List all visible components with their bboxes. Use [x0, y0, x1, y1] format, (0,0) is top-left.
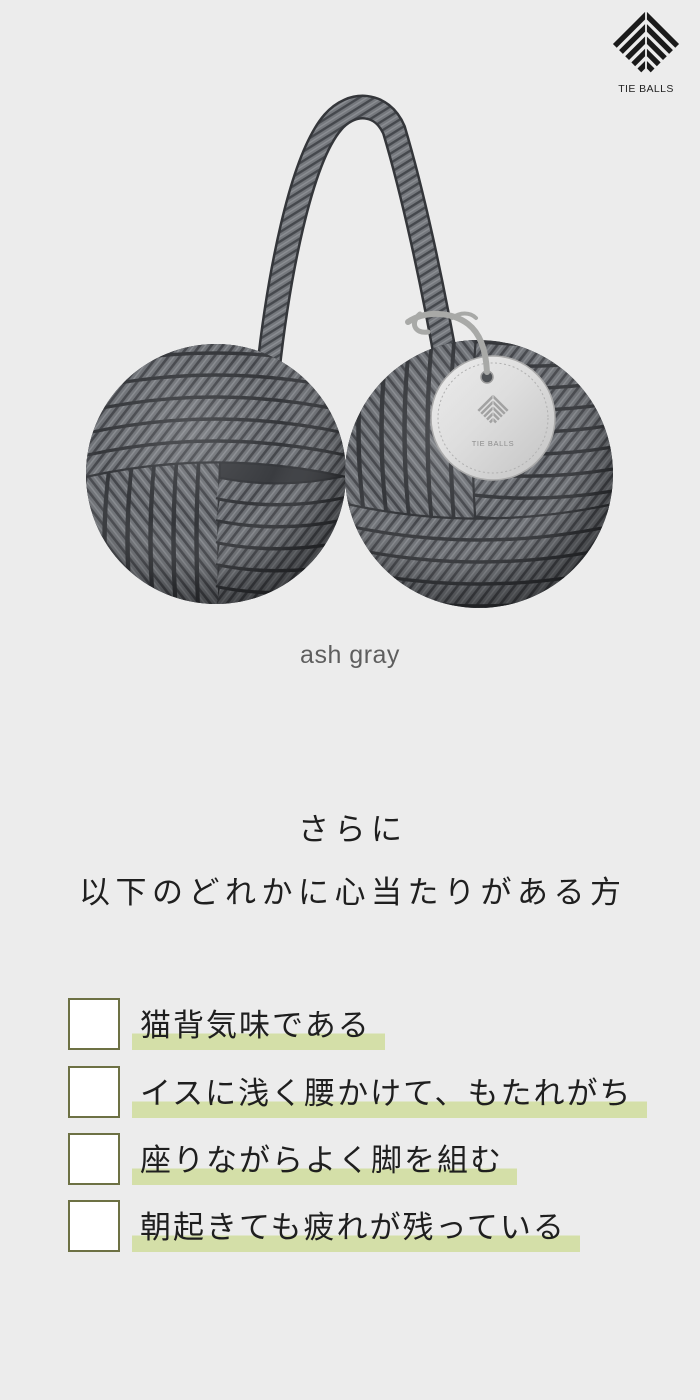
leather-tag: TIE BALLS [430, 355, 556, 481]
checklist-item: 猫背気味である [0, 998, 700, 1054]
checklist-item-label: 猫背気味である [132, 1004, 385, 1050]
checkbox[interactable] [68, 1133, 120, 1185]
checklist-item: 朝起きても疲れが残っている [0, 1200, 700, 1256]
rope-knot-ball-left [86, 344, 346, 604]
section-heading-line1: さらに [298, 812, 408, 848]
checkbox[interactable] [68, 1200, 120, 1252]
tag-logo-text: TIE BALLS [472, 439, 515, 448]
checklist-item-label: イスに浅く腰かけて、もたれがち [132, 1072, 647, 1118]
color-caption: ash gray [300, 641, 400, 669]
checklist-item-label: 朝起きても疲れが残っている [132, 1206, 580, 1252]
brand-logo-icon [612, 11, 680, 73]
brand-logo-text: TIE BALLS [618, 83, 674, 95]
product-photo: TIE BALLS TIE BALLS [86, 11, 680, 608]
product-feature-page: TIE BALLS TIE BALLS ash gray さらに 以下のどれかに… [0, 0, 700, 1400]
checklist-item: 座りながらよく脚を組む [0, 1133, 700, 1189]
checklist-item: イスに浅く腰かけて、もたれがち [0, 1066, 700, 1122]
section-heading-line2: 以下のどれかに心当たりがある方 [79, 875, 627, 911]
checkbox[interactable] [68, 998, 120, 1050]
checklist-item-label: 座りながらよく脚を組む [132, 1139, 517, 1185]
checkbox[interactable] [68, 1066, 120, 1118]
brand-logo: TIE BALLS [612, 11, 680, 95]
